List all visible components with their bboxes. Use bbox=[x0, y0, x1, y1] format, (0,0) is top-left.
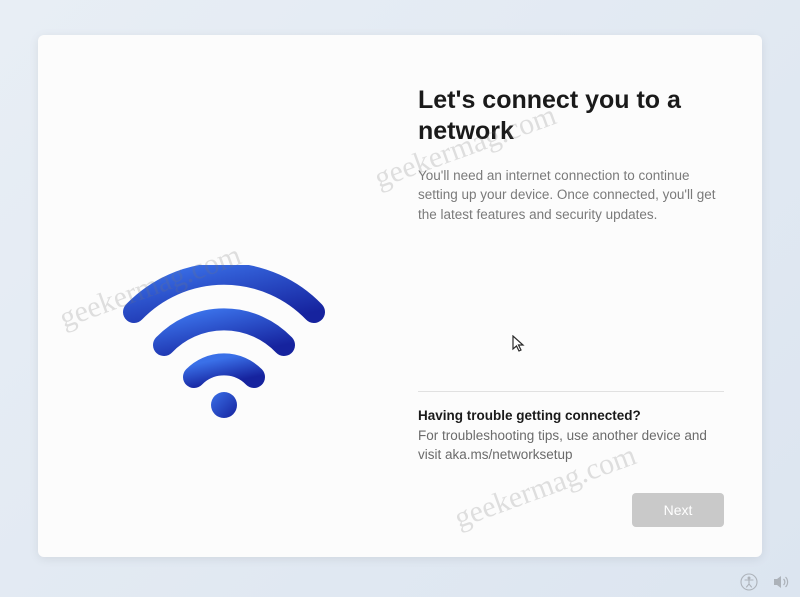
button-row: Next bbox=[418, 493, 732, 527]
wifi-icon bbox=[123, 265, 325, 420]
page-description: You'll need an internet connection to co… bbox=[418, 166, 732, 225]
volume-icon[interactable] bbox=[772, 573, 790, 591]
trouble-text: For troubleshooting tips, use another de… bbox=[418, 427, 732, 465]
spacer bbox=[418, 224, 732, 391]
page-title: Let's connect you to a network bbox=[418, 85, 732, 148]
illustration-pane bbox=[38, 35, 408, 557]
accessibility-icon[interactable] bbox=[740, 573, 758, 591]
trouble-heading: Having trouble getting connected? bbox=[418, 408, 732, 423]
content-pane: Let's connect you to a network You'll ne… bbox=[408, 35, 762, 557]
taskbar bbox=[740, 573, 790, 591]
divider bbox=[418, 391, 724, 392]
next-button[interactable]: Next bbox=[632, 493, 724, 527]
setup-card: Let's connect you to a network You'll ne… bbox=[38, 35, 762, 557]
